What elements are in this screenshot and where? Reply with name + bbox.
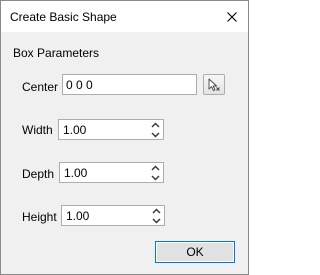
width-label: Width	[22, 123, 53, 137]
center-label: Center	[22, 80, 59, 94]
create-basic-shape-dialog: Create Basic Shape Box Parameters Center…	[0, 0, 249, 275]
center-input[interactable]	[62, 74, 197, 95]
ok-button[interactable]: OK	[155, 241, 235, 263]
chevron-down-icon	[152, 218, 161, 223]
depth-value[interactable]: 1.00	[64, 166, 87, 180]
close-button[interactable]	[222, 7, 242, 27]
chevron-up-icon	[151, 122, 160, 127]
pick-point-cursor-icon	[208, 78, 220, 91]
depth-spinbox[interactable]: 1.00	[59, 162, 164, 183]
height-spinbox[interactable]: 1.00	[61, 205, 165, 226]
title-bar[interactable]: Create Basic Shape	[1, 1, 248, 32]
height-label: Height	[22, 210, 57, 224]
chevron-down-icon	[151, 175, 160, 180]
width-increment-button[interactable]	[148, 120, 163, 129]
width-spinbox[interactable]: 1.00	[58, 119, 164, 140]
height-decrement-button[interactable]	[149, 216, 164, 225]
box-parameters-group-label: Box Parameters	[13, 46, 100, 60]
width-decrement-button[interactable]	[148, 130, 163, 139]
chevron-up-icon	[152, 208, 161, 213]
pick-center-button[interactable]	[203, 74, 225, 95]
depth-increment-button[interactable]	[148, 163, 163, 172]
dialog-title: Create Basic Shape	[10, 10, 117, 24]
height-increment-button[interactable]	[149, 206, 164, 215]
width-value[interactable]: 1.00	[63, 123, 86, 137]
depth-label: Depth	[22, 167, 55, 181]
chevron-down-icon	[151, 132, 160, 137]
depth-decrement-button[interactable]	[148, 173, 163, 182]
chevron-up-icon	[151, 165, 160, 170]
height-value[interactable]: 1.00	[66, 209, 89, 223]
close-icon	[227, 12, 237, 22]
